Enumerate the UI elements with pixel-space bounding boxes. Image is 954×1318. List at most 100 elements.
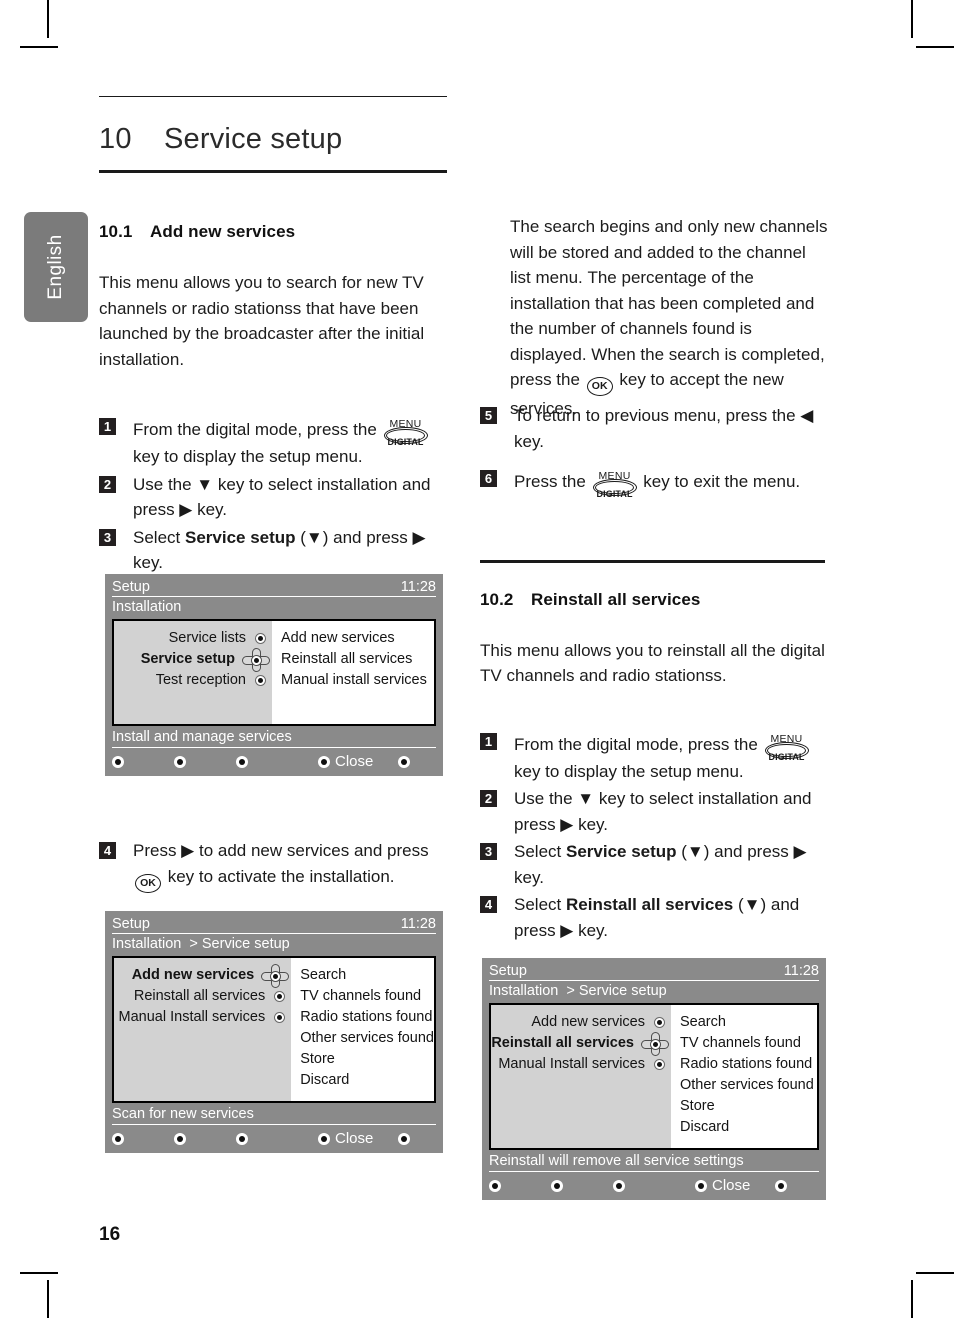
ok-key-icon[interactable]: OK [135,873,161,893]
softkey[interactable] [551,1179,613,1192]
tv-option[interactable]: Radio stations found [300,1007,434,1028]
softkey[interactable] [112,755,174,768]
tv-softkey-bar: Close [489,1172,819,1194]
softkey-dot-icon [613,1179,625,1192]
softkey[interactable] [613,1179,695,1192]
softkey-label: Close [335,753,374,770]
digital-menu-key-icon[interactable]: MENU DIGITAL [764,729,809,762]
tv-right-panel: Search TV channels found Radio stations … [291,958,434,1101]
step-badge: 4 [99,842,116,859]
ok-key-icon[interactable]: OK [586,377,613,396]
bullet-icon [654,1059,665,1070]
steps-list-10-2: 1 From the digital mode, press the MENU D… [480,729,825,944]
step-text: Use the ▼ key to select installation and… [133,474,431,520]
crop-mark-top-right-horizontal [916,46,954,48]
softkey[interactable] [236,755,318,768]
softkey[interactable] [112,1132,174,1145]
tv-menu-item[interactable]: Reinstall all services [114,986,291,1007]
digital-menu-key-icon[interactable]: MENU DIGITAL [383,414,428,447]
tv-option[interactable]: Discard [680,1117,817,1138]
softkey-dot-icon [398,1132,410,1145]
tv-option[interactable]: Discard [300,1070,434,1091]
tv-option[interactable]: Store [680,1096,817,1117]
crop-mark-top-left-vertical [47,0,49,38]
softkey[interactable] [174,755,236,768]
tv-menu-item[interactable]: Service lists [114,628,272,649]
tv-title: Setup [112,579,150,595]
tv-option[interactable]: Reinstall all services [281,649,434,670]
tv-status-hint: Install and manage services [112,726,436,748]
tv-menu-item-label: Test reception [155,672,246,688]
tv-menu-item[interactable]: Manual Install services [114,1007,291,1028]
bullet-icon [274,991,286,1002]
tv-option[interactable]: Manual install services [281,670,434,691]
tv-softkey-bar: Close [112,1125,436,1147]
step-item: 1 From the digital mode, press the MENU D… [99,414,447,470]
tv-clock: 11:28 [400,579,436,595]
softkey-dot-icon [489,1179,501,1192]
step-badge: 3 [99,528,116,546]
digital-menu-key-icon[interactable]: MENU DIGITAL [592,466,637,499]
tv-title: Setup [112,916,150,932]
tv-menu-item[interactable]: Manual Install services [491,1054,671,1075]
tv-breadcrumb: Installation > Service setup [489,983,667,999]
digital-label: DIGITAL [768,751,805,762]
tv-screen-installation-menu: Setup 11:28 Installation Service lists S… [105,574,443,776]
tv-menu-item-label: Reinstall all services [133,988,266,1004]
step-badge: 2 [99,475,116,493]
softkey[interactable] [398,1132,415,1145]
softkey-close[interactable]: Close [318,1130,398,1147]
softkey[interactable] [236,1132,318,1145]
tv-option[interactable]: Other services found [300,1028,434,1049]
step-text: Select Service setup (▼) and press ▶ key… [514,842,807,887]
section-number: 10.1 [99,222,133,241]
tv-option[interactable]: Other services found [680,1075,817,1096]
tv-menu-item-selected[interactable]: Reinstall all services [491,1031,671,1056]
tv-option[interactable]: Add new services [281,628,434,649]
step-badge: 1 [480,732,497,750]
intro-paragraph-10-2: This menu allows you to reinstall all th… [480,640,825,686]
softkey-dot-icon [174,755,186,768]
crop-mark-bottom-right-horizontal [916,1272,954,1274]
softkey[interactable] [174,1132,236,1145]
tv-menu-item-selected[interactable]: Service setup [114,647,272,672]
softkey-dot-icon [318,755,330,768]
step-text: Select Service setup (▼) and press ▶ key… [133,527,426,573]
softkey-dot-icon [236,1132,248,1145]
step-item: 6 Press the MENU DIGITAL key to exit the … [480,466,830,499]
softkey[interactable] [489,1179,551,1192]
steps-list-right: 5 To return to previous menu, press the … [480,403,830,499]
tv-option[interactable]: TV channels found [680,1033,817,1054]
tv-option[interactable]: Store [300,1049,434,1070]
tv-option[interactable]: Search [300,965,434,986]
step-item: 4 Select Reinstall all services (▼) and … [480,892,825,943]
intro-paragraph-10-1: This menu allows you to search for new T… [99,273,425,369]
softkey-close[interactable]: Close [695,1177,775,1194]
tv-option[interactable]: TV channels found [300,986,434,1007]
language-tab: English [24,212,88,322]
tv-panels: Service lists Service setup Test recepti… [112,619,436,726]
section-heading-10-1: 10.1 Add new services [99,222,447,242]
softkey-dot-icon [318,1132,330,1145]
tv-menu-item-label: Service lists [168,630,246,646]
crop-mark-bottom-left-vertical [47,1280,49,1318]
softkey[interactable] [398,755,415,768]
tv-menu-item-label: Manual Install services [118,1009,266,1025]
tv-panels: Add new services Reinstall all services … [112,956,436,1103]
chapter-number: 10 [99,123,132,155]
step-item: 4 Press ▶ to add new services and press … [99,838,447,893]
tv-screen-service-setup-add: Setup 11:28 Installation > Service setup… [105,911,443,1153]
digital-label: DIGITAL [596,489,633,499]
dpad-cursor-icon [261,963,290,988]
tv-menu-item[interactable]: Add new services [491,1012,671,1033]
tv-option[interactable]: Radio stations found [680,1054,817,1075]
tv-menu-item[interactable]: Test reception [114,670,272,691]
softkey[interactable] [775,1179,792,1192]
softkey-close[interactable]: Close [318,753,398,770]
step-item: 5 To return to previous menu, press the … [480,403,830,454]
chapter-title: Service setup [164,123,343,155]
tv-title: Setup [489,963,527,979]
tv-menu-item-selected[interactable]: Add new services [114,963,291,988]
bullet-icon [255,633,266,644]
tv-option[interactable]: Search [680,1012,817,1033]
